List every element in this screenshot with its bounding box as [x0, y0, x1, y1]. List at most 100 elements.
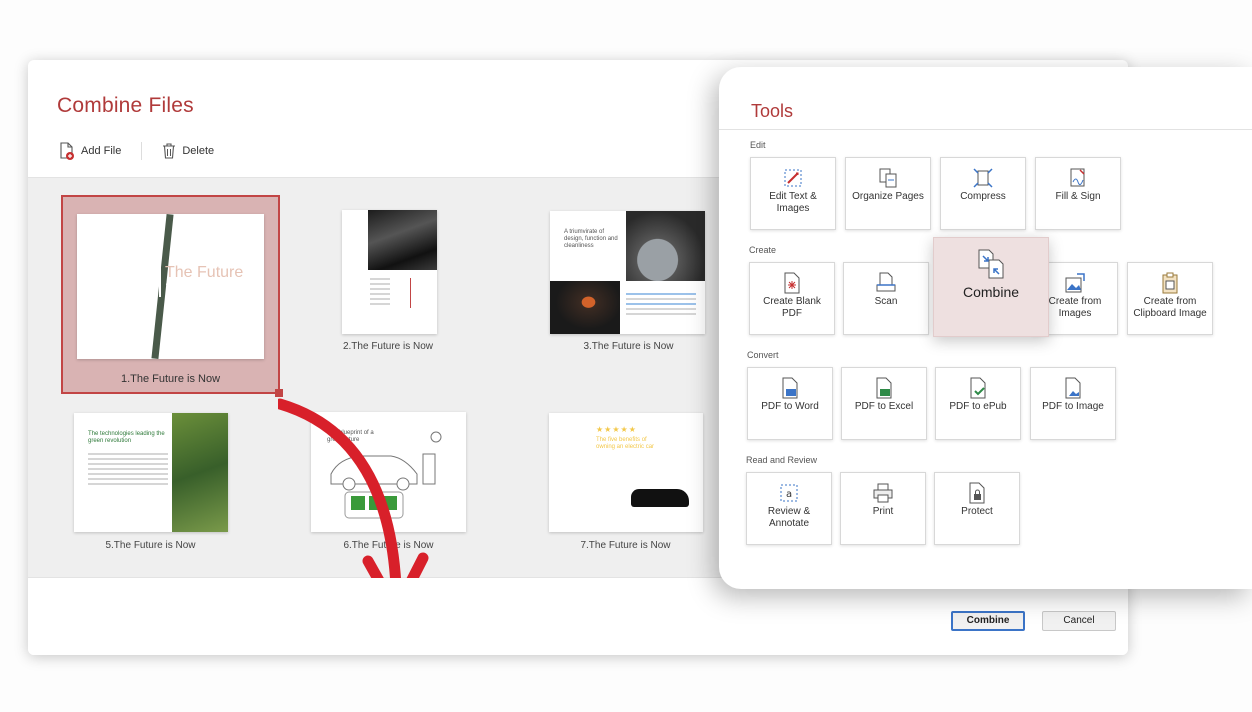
thumbnail-caption: A triumvirate of design, function and cl…: [564, 229, 618, 249]
file-label: 7.The Future is Now: [580, 540, 671, 551]
scan-icon: [876, 272, 896, 292]
tool-label: Print: [872, 506, 894, 517]
tool-label: Create Blank PDF: [763, 296, 821, 319]
word-icon: [782, 377, 798, 399]
delete-button[interactable]: Delete: [162, 143, 214, 159]
thumbnail-text: [370, 278, 390, 308]
tool-combine[interactable]: Combine: [933, 237, 1049, 337]
dialog-toolbar: Add File Delete: [59, 140, 214, 162]
cover-line-1: The Future: [165, 264, 244, 281]
thumbnail-text: [88, 453, 168, 488]
section-label-edit: Edit: [750, 140, 766, 150]
file-tile-7[interactable]: ★★★★★ The five benefits of owning an ele…: [543, 410, 708, 560]
section-label-convert: Convert: [747, 350, 779, 360]
toolbar-divider: [141, 142, 143, 160]
tool-pdf-to-excel[interactable]: PDF to Excel: [841, 367, 927, 440]
excel-icon: [876, 377, 892, 399]
images-icon: [1065, 273, 1085, 293]
tool-label: Review & Annotate: [767, 506, 811, 529]
tool-pdf-to-word[interactable]: PDF to Word: [747, 367, 833, 440]
thumbnail-photo: [172, 413, 228, 532]
fill-sign-icon: [1070, 168, 1085, 187]
tool-pdf-to-epub[interactable]: PDF to ePub: [935, 367, 1021, 440]
protect-icon: [969, 482, 985, 504]
selection-handle[interactable]: [275, 389, 283, 397]
tool-create-blank-pdf[interactable]: Create Blank PDF: [749, 262, 835, 335]
add-file-label: Add File: [81, 145, 122, 157]
tool-print[interactable]: Print: [840, 472, 926, 545]
cover-title-bar: [159, 267, 161, 297]
thumbnail-photo-2: [550, 281, 620, 334]
clipboard-icon: [1162, 272, 1178, 294]
tool-compress[interactable]: Compress: [940, 157, 1026, 230]
file-tile-2[interactable]: 2.The Future is Now: [328, 208, 448, 358]
tool-protect[interactable]: Protect: [934, 472, 1020, 545]
epub-icon: [970, 377, 986, 399]
file-label: 6.The Future is Now: [343, 540, 434, 551]
file-thumbnail: The technologies leading the green revol…: [74, 413, 228, 532]
file-thumbnail: [342, 210, 437, 334]
file-thumbnail: A triumvirate of design, function and cl…: [550, 211, 705, 334]
thumbnail-caption: The technologies leading the green revol…: [88, 431, 165, 444]
file-tile-1[interactable]: The Future is Now 1.The Future is Now: [61, 195, 283, 397]
tool-pdf-to-image[interactable]: PDF to Image: [1030, 367, 1116, 440]
tool-label: Scan: [874, 296, 898, 307]
file-label: 5.The Future is Now: [105, 540, 196, 551]
svg-text:a: a: [786, 489, 792, 500]
file-thumbnail: The Future is Now: [77, 214, 264, 359]
tool-label: Protect: [961, 506, 993, 517]
tool-label: Fill & Sign: [1055, 191, 1101, 202]
cancel-button[interactable]: Cancel: [1042, 611, 1116, 631]
thumbnail-photo: [626, 211, 705, 281]
organize-pages-icon: [879, 168, 897, 188]
tool-label: Compress: [960, 191, 1006, 202]
compress-icon: [973, 168, 993, 188]
print-icon: [873, 483, 893, 503]
car-blueprint-graphic: [330, 431, 442, 519]
add-file-icon: [60, 142, 74, 160]
tool-label: PDF to Word: [761, 401, 819, 412]
add-file-button[interactable]: Add File: [59, 142, 121, 160]
combine-button[interactable]: Combine: [951, 611, 1025, 631]
tool-fill-sign[interactable]: Fill & Sign: [1035, 157, 1121, 230]
tool-label: Create from Clipboard Image: [1133, 296, 1207, 319]
edit-text-icon: [784, 169, 802, 187]
dialog-title: Combine Files: [57, 94, 194, 117]
tool-scan[interactable]: Scan: [843, 262, 929, 335]
file-label: 2.The Future is Now: [342, 341, 434, 352]
tool-label: PDF to Excel: [854, 401, 914, 412]
annotate-icon: a: [780, 484, 798, 502]
cover-title: The Future is Now: [159, 264, 244, 300]
thumbnail-caption: The five benefits of owning an electric …: [596, 437, 655, 450]
section-label-read-review: Read and Review: [746, 455, 818, 465]
tool-label: Combine: [962, 284, 1020, 300]
section-label-create: Create: [749, 245, 777, 255]
thumbnail-text: [626, 293, 696, 318]
tool-review-annotate[interactable]: a Review & Annotate: [746, 472, 832, 545]
file-tile-6[interactable]: The blueprint of a green future 6.The Fu…: [306, 410, 471, 560]
file-tile-5[interactable]: The technologies leading the green revol…: [68, 410, 233, 560]
file-thumbnail: The blueprint of a green future: [311, 412, 466, 532]
tool-label: Organize Pages: [852, 191, 924, 202]
file-tile-3[interactable]: A triumvirate of design, function and cl…: [546, 208, 711, 358]
tools-divider: [719, 129, 1252, 130]
tool-organize-pages[interactable]: Organize Pages: [845, 157, 931, 230]
tool-label: Edit Text & Images: [769, 191, 817, 214]
cover-line-2: is Now: [165, 282, 217, 299]
combine-icon: [978, 249, 1004, 279]
delete-label: Delete: [182, 145, 215, 157]
tool-label: PDF to Image: [1042, 401, 1104, 412]
dialog-footer: Combine Cancel: [28, 578, 1128, 655]
tools-panel: Tools Edit Edit Text & Images Organize P…: [719, 67, 1252, 589]
file-thumbnail: ★★★★★ The five benefits of owning an ele…: [549, 413, 703, 532]
thumbnail-photo: [368, 210, 437, 270]
file-label: 3.The Future is Now: [583, 341, 674, 352]
tool-create-from-clipboard[interactable]: Create from Clipboard Image: [1127, 262, 1213, 335]
file-label: 1.The Future is Now: [120, 373, 221, 385]
trash-icon: [163, 143, 176, 159]
image-icon: [1065, 377, 1081, 399]
tool-edit-text-images[interactable]: Edit Text & Images: [750, 157, 836, 230]
tools-title: Tools: [751, 101, 794, 121]
tool-label: PDF to ePub: [949, 401, 1007, 412]
blank-pdf-icon: [784, 272, 800, 294]
